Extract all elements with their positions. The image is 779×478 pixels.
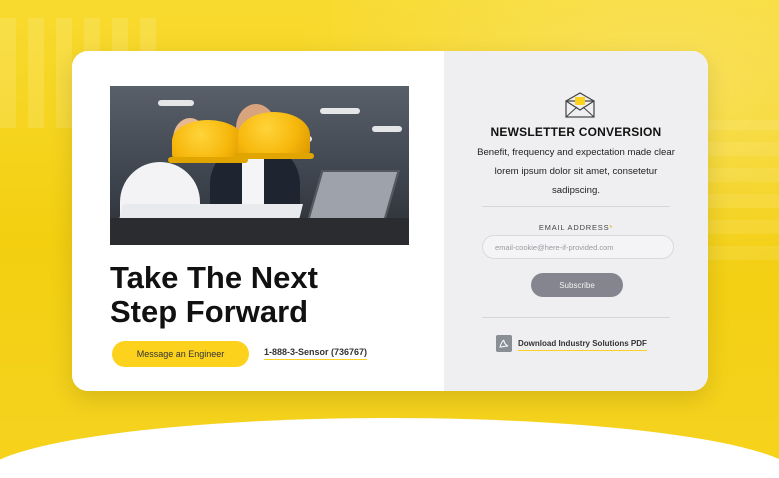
promo-card: Take The Next Step Forward Message an En…: [72, 51, 708, 391]
engineers-photo: [110, 86, 409, 245]
hard-hat-icon: [238, 112, 310, 158]
pdf-icon: [496, 335, 512, 352]
email-label: EMAIL ADDRESS*: [538, 223, 614, 232]
required-mark: *: [609, 223, 614, 232]
headline-line-2: Step Forward: [110, 294, 309, 329]
headline-line-1: Take The Next: [110, 260, 318, 295]
divider: [482, 317, 670, 318]
newsletter-title: NEWSLETTER CONVERSION: [490, 125, 662, 139]
phone-link[interactable]: 1-888-3-Sensor (736767): [264, 347, 368, 360]
hero-panel: Take The Next Step Forward Message an En…: [72, 51, 444, 391]
background-windows-right: [699, 120, 779, 260]
download-pdf-link[interactable]: Download Industry Solutions PDF: [518, 339, 647, 351]
laptop: [306, 170, 400, 224]
newsletter-description: Benefit, frequency and expectation made …: [477, 147, 675, 196]
envelope-icon: [565, 92, 595, 118]
hero-headline: Take The Next Step Forward: [110, 261, 440, 329]
message-engineer-button[interactable]: Message an Engineer: [112, 341, 249, 367]
newsletter-panel: NEWSLETTER CONVERSION Benefit, frequency…: [444, 51, 708, 391]
subscribe-button[interactable]: Subscribe: [531, 273, 623, 297]
email-input[interactable]: [482, 235, 674, 259]
divider: [482, 206, 670, 207]
